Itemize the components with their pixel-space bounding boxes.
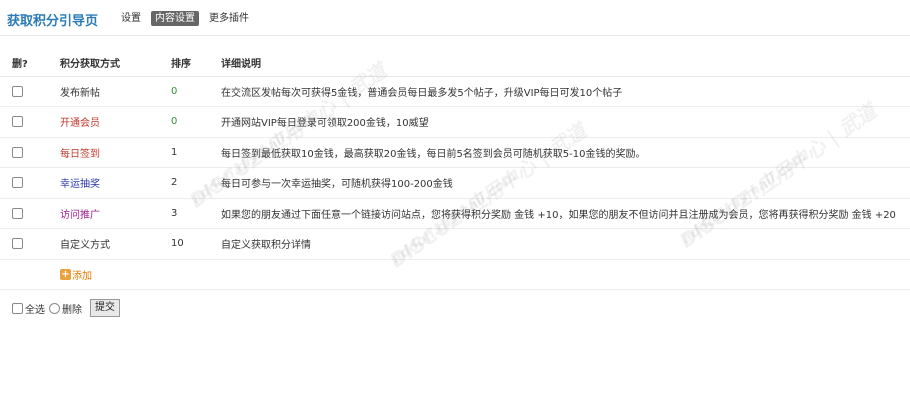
row-delete-checkbox[interactable] xyxy=(12,146,23,158)
row-delete-checkbox[interactable] xyxy=(12,85,23,97)
row-delete-checkbox[interactable] xyxy=(12,177,23,188)
method-name: 每日签到 xyxy=(60,137,171,168)
method-name: 自定义方式 xyxy=(60,228,171,260)
method-description: 在交流区发帖每次可获得5金钱，普通会员每日最多发5个帖子，升级VIP每日可发10… xyxy=(221,76,910,107)
form-footer: 全选 删除 提交 xyxy=(12,299,120,317)
table-row: 发布新帖 0 在交流区发帖每次可获得5金钱，普通会员每日最多发5个帖子，升级VIP每… xyxy=(0,76,910,107)
method-name: 开通会员 xyxy=(60,106,171,138)
table-row: 幸运抽奖 2 每日可参与一次幸运抽奖，可随机获得100-200金钱 xyxy=(0,167,910,199)
tab-settings[interactable]: 设置 xyxy=(117,11,145,26)
row-delete-checkbox[interactable] xyxy=(12,238,23,249)
method-order: 10 xyxy=(171,228,221,260)
select-all-checkbox[interactable] xyxy=(12,302,23,314)
method-order: 2 xyxy=(171,167,221,199)
add-button[interactable]: + 添加 xyxy=(60,268,92,282)
app-title: 获取积分引导页 xyxy=(7,14,99,29)
table-row: 访问推广 3 如果您的朋友通过下面任意一个链接访问站点，您将获得积分奖励 金钱 +1… xyxy=(0,198,910,229)
table-header-row: 删? 积分获取方式 排序 详细说明 xyxy=(0,50,910,77)
method-name: 发布新帖 xyxy=(60,76,171,107)
column-header-description: 详细说明 xyxy=(221,50,910,77)
method-order: 0 xyxy=(171,76,221,107)
row-delete-checkbox[interactable] xyxy=(12,207,23,219)
table-row: 每日签到 1 每日签到最低获取10金钱，最高获取20金钱，每日前5名签到会员可随机获… xyxy=(0,137,910,168)
delete-label: 删除 xyxy=(62,304,82,316)
row-delete-checkbox[interactable] xyxy=(12,116,23,127)
method-order: 3 xyxy=(171,198,221,229)
column-header-method: 积分获取方式 xyxy=(60,50,171,77)
tab-more-plugins[interactable]: 更多插件 xyxy=(205,11,253,26)
table-row: 自定义方式 10 自定义获取积分详情 xyxy=(0,228,910,260)
nav-tabs: 设置 内容设置 更多插件 xyxy=(117,11,253,26)
method-description: 自定义获取积分详情 xyxy=(221,228,910,260)
add-label: 添加 xyxy=(72,270,92,282)
method-name: 访问推广 xyxy=(60,198,171,229)
add-row: + 添加 xyxy=(0,259,910,290)
method-order: 0 xyxy=(171,106,221,138)
plus-icon: + xyxy=(60,268,71,280)
method-description: 每日签到最低获取10金钱，最高获取20金钱，每日前5名签到会员可随机获取5-10… xyxy=(221,137,910,168)
table-row: 开通会员 0 开通网站VIP每日登录可领取200金钱，10威望 xyxy=(0,106,910,138)
tab-content-settings[interactable]: 内容设置 xyxy=(151,11,199,26)
method-order: 1 xyxy=(171,137,221,168)
column-header-order: 排序 xyxy=(171,50,221,77)
method-description: 每日可参与一次幸运抽奖，可随机获得100-200金钱 xyxy=(221,167,910,199)
delete-radio[interactable] xyxy=(49,302,60,314)
method-name: 幸运抽奖 xyxy=(60,167,171,199)
method-description: 如果您的朋友通过下面任意一个链接访问站点，您将获得积分奖励 金钱 +10，如果您… xyxy=(221,198,910,229)
method-description: 开通网站VIP每日登录可领取200金钱，10威望 xyxy=(221,106,910,138)
points-method-table: 删? 积分获取方式 排序 详细说明 发布新帖 0 在交流区发帖每次可获得5金钱，普通… xyxy=(0,50,910,290)
submit-button[interactable]: 提交 xyxy=(90,299,120,317)
column-header-delete: 删? xyxy=(0,50,60,77)
top-nav-bar: 获取积分引导页 设置 内容设置 更多插件 xyxy=(0,0,910,36)
select-all-label: 全选 xyxy=(25,304,45,316)
